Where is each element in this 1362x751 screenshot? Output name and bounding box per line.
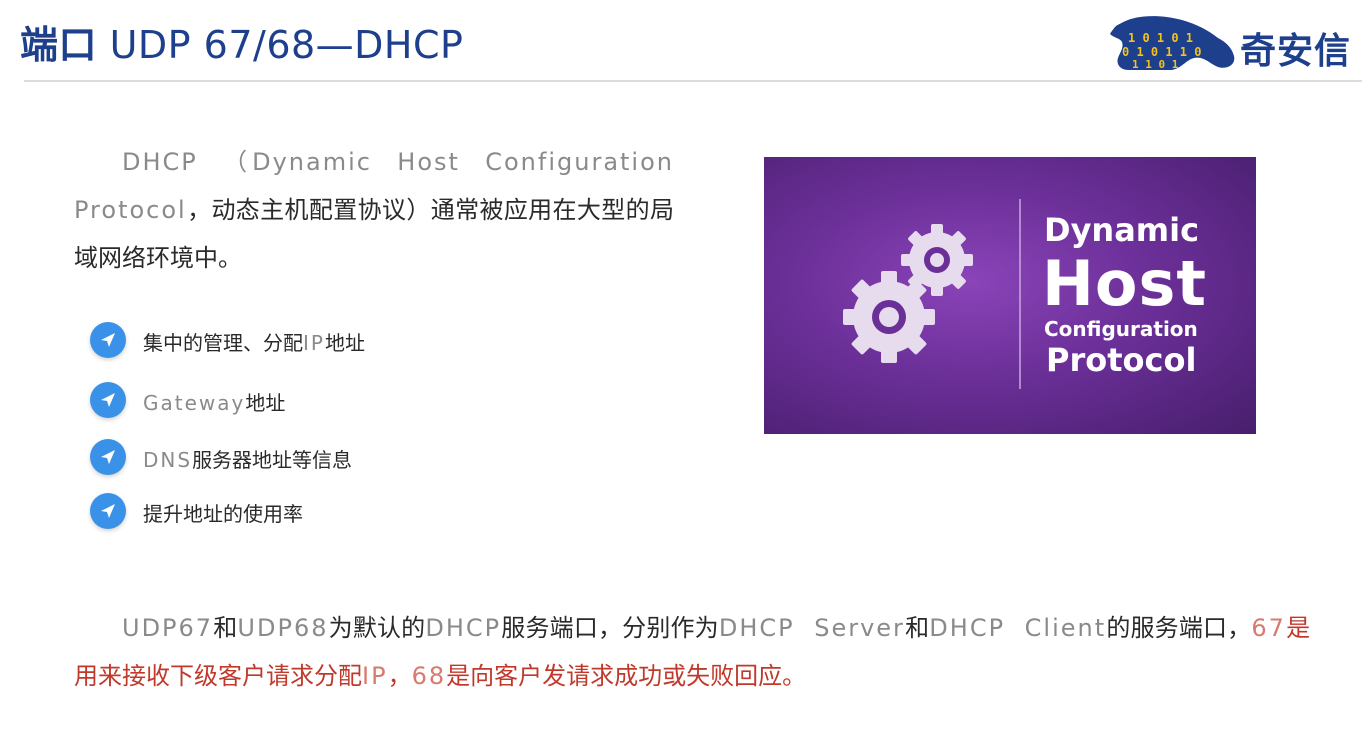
slide-title: 端口 UDP 67/68—DHCP: [20, 14, 463, 69]
port-description: UDP67和UDP68为默认的DHCP服务端口，分别作为DHCP Server和…: [74, 614, 1311, 690]
svg-text:1 0 1 0 1: 1 0 1 0 1: [1128, 31, 1193, 45]
slide-title-rest: UDP 67/68—DHCP: [97, 23, 464, 67]
svg-text:1 1 0 1: 1 1 0 1: [1132, 58, 1179, 71]
paper-plane-icon: [90, 382, 126, 418]
paper-plane-icon: [90, 493, 126, 529]
list-item-label: Gateway地址: [143, 391, 286, 415]
dhcp-banner-image: Dynamic Host Configuration Protocol: [764, 157, 1256, 434]
qianxin-logo: 1 0 1 0 1 0 1 0 1 1 0 1 1 0 1 奇安信: [1108, 12, 1362, 74]
banner-line-configuration: Configuration: [1044, 317, 1198, 341]
logo-text: 奇安信: [1240, 31, 1352, 72]
header-divider: [24, 80, 1362, 82]
list-item-label: 提升地址的使用率: [143, 502, 303, 526]
svg-text:0 1 0 1 1 0: 0 1 0 1 1 0: [1122, 45, 1201, 59]
intro-paragraph: DHCP （Dynamic Host Configuration Protoco…: [74, 138, 674, 282]
slide-title-bold: 端口: [20, 23, 98, 67]
banner-line-protocol: Protocol: [1046, 341, 1197, 379]
paper-plane-icon: [90, 439, 126, 475]
list-item-label: 集中的管理、分配IP地址: [143, 331, 365, 355]
list-item-label: DNS服务器地址等信息: [143, 448, 353, 472]
banner-line-dynamic: Dynamic: [1044, 211, 1200, 249]
paper-plane-icon: [90, 322, 126, 358]
banner-line-host: Host: [1042, 247, 1208, 320]
